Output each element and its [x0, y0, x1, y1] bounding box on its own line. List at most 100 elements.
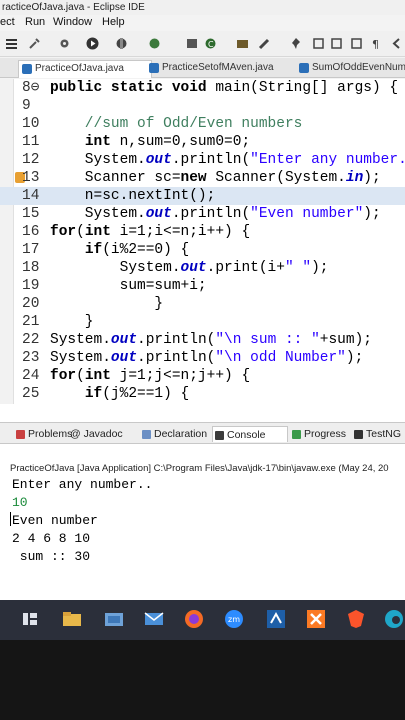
text-cursor — [10, 512, 11, 526]
testng-icon — [354, 430, 363, 439]
current-code-line: 14 n=sc.nextInt(); — [0, 187, 405, 205]
xampp-icon[interactable] — [306, 609, 326, 629]
windows-taskbar: zm — [0, 600, 405, 640]
line-number: 10 — [22, 116, 40, 132]
code-line: 9 — [0, 97, 405, 115]
line-number: 18 — [22, 260, 40, 276]
code-text: int n,sum=0,sum0=0; — [84, 134, 251, 150]
tab-console[interactable]: Console — [212, 426, 288, 442]
code-comment: //sum of Odd/Even numbers — [50, 116, 303, 132]
prev-annotation-icon[interactable] — [350, 37, 363, 50]
line-number: 25 — [22, 386, 40, 402]
code-line: 15 System.out.println("Even number"); — [0, 205, 405, 223]
brave-icon[interactable] — [346, 609, 366, 629]
line-number: 8⊖ — [22, 80, 40, 96]
menu-help[interactable]: Help — [102, 15, 125, 30]
code-text: System.out.print(i+" "); — [50, 260, 329, 276]
tab-progress[interactable]: Progress — [290, 426, 346, 442]
tab-label: PracticeSetofMAven.java — [162, 62, 274, 73]
tab-label: PracticeOfJava.java — [35, 63, 124, 74]
tab-declaration[interactable]: Declaration — [140, 426, 207, 442]
folder-icon[interactable] — [104, 609, 124, 629]
code-text: sum=sum+i; — [50, 278, 207, 294]
search-icon[interactable] — [258, 37, 271, 50]
menu-run[interactable]: Run — [25, 15, 45, 30]
code-text: for(int i=1;i<=n;i++) { — [50, 224, 251, 240]
svg-text:¶: ¶ — [372, 38, 379, 50]
console-header: PracticeOfJava [Java Application] C:\Pro… — [10, 463, 389, 474]
back-icon[interactable] — [390, 37, 403, 50]
tab-problems[interactable]: Problems — [14, 426, 72, 442]
console-icon — [215, 431, 224, 440]
tab-practiceofjava[interactable]: PracticeOfJava.java — [18, 60, 152, 78]
tab-label: Declaration — [154, 428, 208, 440]
debug-icon[interactable] — [115, 37, 128, 50]
next-annotation-icon[interactable] — [330, 37, 343, 50]
code-text: public static void main(String[] args) { — [50, 80, 399, 96]
new-class-icon[interactable] — [186, 37, 199, 50]
code-text: if(i%2==0) { — [84, 242, 190, 258]
code-line: 12 System.out.println("Enter any number.… — [0, 151, 405, 169]
open-type-icon[interactable] — [236, 37, 249, 50]
console-line: Enter any number.. — [12, 477, 153, 492]
code-text: System.out.println("Even number"); — [50, 206, 381, 222]
java-file-icon — [22, 64, 32, 74]
tab-label: Progress — [304, 428, 347, 440]
code-editor-icon[interactable] — [266, 609, 286, 629]
toolbar: C ¶ — [0, 31, 405, 57]
code-text: for(int j=1;j<=n;j++) { — [50, 368, 251, 384]
code-text: System.out.println("\n sum :: "+sum); — [50, 332, 372, 348]
code-line: 13 Scanner sc=new Scanner(System.in); — [0, 169, 405, 187]
run-icon[interactable] — [86, 37, 99, 50]
progress-icon — [292, 430, 301, 439]
new-package-icon[interactable]: C — [204, 37, 217, 50]
tab-practicesetofmaven[interactable]: PracticeSetofMAven.java — [146, 60, 296, 78]
file-explorer-icon[interactable] — [62, 609, 82, 629]
code-line: 16 for(int i=1;i<=n;i++) { — [0, 223, 405, 241]
line-number: 16 — [22, 224, 40, 240]
java-file-icon — [299, 63, 309, 73]
firefox-icon[interactable] — [184, 609, 204, 629]
edge-icon[interactable] — [384, 609, 404, 629]
line-number: 22 — [22, 332, 40, 348]
mail-icon[interactable] — [144, 609, 164, 629]
edit-icon[interactable] — [312, 37, 325, 50]
menu-bar: ect Run Window Help — [0, 15, 405, 30]
pin-icon[interactable] — [290, 37, 303, 50]
menu-project[interactable]: ect — [0, 15, 15, 30]
console-line: 2 4 6 8 10 — [12, 531, 91, 546]
tab-sumofoddevennum[interactable]: SumOfOddEvenNum — [296, 60, 405, 78]
line-number: 20 — [22, 296, 40, 312]
code-line: 8⊖ public static void main(String[] args… — [0, 79, 405, 97]
pilcrow-icon[interactable]: ¶ — [370, 37, 383, 50]
console-line: Even number — [12, 513, 98, 528]
code-line: 22 System.out.println("\n sum :: "+sum); — [0, 331, 405, 349]
line-number: 13 — [22, 170, 40, 186]
tab-testng[interactable]: TestNG — [352, 426, 401, 442]
line-number: 17 — [22, 242, 40, 258]
line-number: 15 — [22, 206, 40, 222]
line-number: 12 — [22, 152, 40, 168]
line-number: 23 — [22, 350, 40, 366]
line-number: 21 — [22, 314, 40, 330]
tab-label: Console — [227, 429, 266, 441]
wrench-icon[interactable] — [28, 37, 41, 50]
line-number: 11 — [22, 134, 40, 150]
code-line: 11 int n,sum=0,sum0=0; — [0, 133, 405, 151]
screen-bezel — [0, 640, 405, 720]
java-file-icon — [149, 63, 159, 73]
zoom-icon[interactable]: zm — [224, 609, 244, 629]
code-text: Scanner sc=new Scanner(System.in); — [50, 170, 381, 186]
tab-label: Problems — [28, 428, 73, 440]
tab-javadoc[interactable]: @ Javadoc — [68, 426, 123, 442]
console-input-line: 10 — [12, 495, 28, 510]
gear-icon[interactable] — [58, 37, 71, 50]
task-view-icon[interactable] — [20, 609, 40, 629]
code-text: } — [50, 314, 94, 330]
code-text: if(j%2==1) { — [84, 386, 190, 402]
toggle-icon[interactable] — [5, 37, 18, 50]
menu-window[interactable]: Window — [53, 15, 92, 30]
code-editor[interactable]: 8⊖ public static void main(String[] args… — [0, 79, 405, 404]
coverage-icon[interactable] — [148, 37, 161, 50]
code-text: } — [50, 296, 164, 312]
